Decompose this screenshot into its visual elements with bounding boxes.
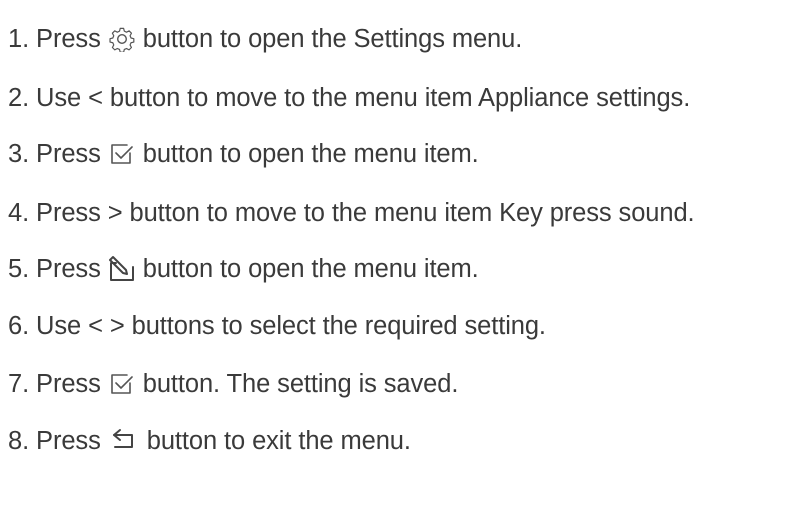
step-5: 5. Press button to open the menu item. [8, 249, 479, 289]
step-text-after: button to open the menu item. [142, 254, 479, 283]
step-6: 6. Use < > buttons to select the require… [8, 306, 546, 346]
step-text-before: 1. Press [8, 24, 101, 53]
back-arrow-icon [111, 428, 137, 454]
step-text-before: 7. Press [8, 369, 101, 398]
checkbox-check-icon [109, 371, 135, 397]
step-4: 4. Press > button to move to the menu it… [8, 193, 695, 233]
edit-pencil-icon [107, 254, 137, 284]
step-text: 4. Press > button to move to the menu it… [8, 198, 695, 227]
checkbox-check-icon [109, 141, 135, 167]
step-text-after: button to open the menu item. [142, 139, 479, 168]
step-text: 2. Use < button to move to the menu item… [8, 83, 691, 112]
step-text-after: button to exit the menu. [146, 426, 411, 455]
step-3: 3. Press button to open the menu item. [8, 134, 479, 174]
step-7: 7. Press button. The setting is saved. [8, 364, 458, 404]
step-text-after: button. The setting is saved. [142, 369, 459, 398]
step-8: 8. Press button to exit the menu. [8, 421, 411, 461]
step-text-before: 8. Press [8, 426, 101, 455]
step-text: 6. Use < > buttons to select the require… [8, 311, 546, 340]
step-text-before: 5. Press [8, 254, 101, 283]
gear-icon [109, 26, 135, 52]
step-2: 2. Use < button to move to the menu item… [8, 78, 690, 118]
step-text-after: button to open the Settings menu. [142, 24, 523, 53]
step-1: 1. Press button to open the Settings men… [8, 19, 522, 59]
step-text-before: 3. Press [8, 139, 101, 168]
